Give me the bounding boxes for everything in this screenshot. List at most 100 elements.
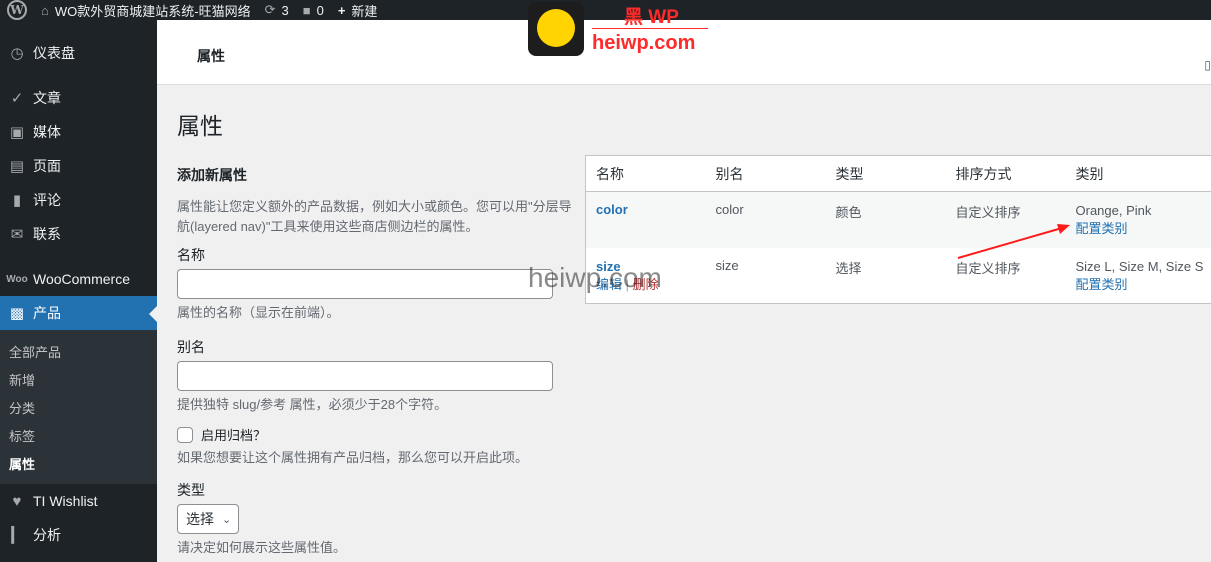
name-description: 属性的名称（显示在前端）。: [177, 305, 340, 320]
slug-description: 提供独特 slug/参考 属性，必须少于28个字符。: [177, 397, 448, 412]
heart-icon: ♥: [12, 492, 22, 510]
menu-dashboard[interactable]: ◷ 仪表盘: [0, 36, 157, 70]
attributes-table: 名称 别名 类型 排序方式 类别 color color 颜色 自定义排序 Or…: [585, 155, 1211, 304]
cell-name: color: [585, 191, 706, 248]
name-label: 名称: [177, 247, 205, 263]
menu-label: WooCommerce: [33, 271, 130, 287]
woo-icon: Woo: [6, 273, 28, 285]
submenu-attributes[interactable]: 属性: [0, 449, 157, 477]
comment-icon: ▮: [12, 192, 22, 209]
updates-menu[interactable]: ⟳ 3: [258, 0, 296, 20]
brand-name: 黑 WP: [624, 7, 679, 28]
site-name-menu[interactable]: ⌂ WO款外贸商城建站系统-旺猫网络: [34, 0, 258, 20]
attribute-name-link[interactable]: color: [596, 202, 628, 217]
configure-terms-link[interactable]: 配置类别: [1076, 276, 1211, 294]
menu-label: 文章: [33, 90, 61, 106]
cat-face-icon: [537, 9, 575, 47]
column-header-type[interactable]: 类型: [825, 155, 946, 192]
type-description: 请决定如何展示这些属性值。: [177, 540, 347, 555]
cell-type: 选择: [835, 260, 862, 276]
menu-label: 产品: [33, 305, 61, 321]
products-submenu: 全部产品 新增 分类 标签 属性: [0, 330, 157, 484]
menu-posts[interactable]: ✓ 文章: [0, 81, 157, 115]
pin-icon: ✓: [10, 90, 24, 107]
cell-order: 自定义排序: [955, 260, 1021, 276]
brand-url: heiwp.com: [592, 32, 696, 54]
column-header-terms[interactable]: 类别: [1065, 155, 1211, 192]
table-header-row: 名称 别名 类型 排序方式 类别: [585, 155, 1211, 192]
add-attribute-form: 添加新属性 属性能让您定义额外的产品数据，例如大小或颜色。您可以用"分层导航(l…: [177, 165, 577, 558]
comments-menu[interactable]: ■ 0: [296, 0, 331, 20]
comment-bubble-icon: ■: [302, 2, 311, 18]
terms-list: Orange, Pink: [1075, 203, 1152, 218]
slug-input[interactable]: [177, 361, 553, 391]
watermark-overlay: heiwp.com: [528, 262, 662, 293]
menu-analytics[interactable]: ▎ 分析: [0, 518, 157, 552]
main-content: 属性 添加新属性 属性能让您定义额外的产品数据，例如大小或颜色。您可以用"分层导…: [157, 85, 1211, 562]
cell-slug: color: [705, 191, 826, 248]
column-header-slug[interactable]: 别名: [705, 155, 826, 192]
menu-products[interactable]: ▩ 产品: [0, 296, 157, 330]
menu-woocommerce[interactable]: Woo WooCommerce: [0, 262, 157, 296]
menu-label: 联系: [33, 226, 61, 242]
brand-logo: 黑 WP heiwp.com: [528, 2, 728, 58]
chevron-down-icon: ⌄: [222, 513, 232, 526]
submenu-categories[interactable]: 分类: [0, 393, 157, 421]
slug-label: 别名: [177, 339, 205, 355]
media-icon: ▣: [9, 124, 25, 141]
cell-terms: Size L, Size M, Size S 配置类别: [1066, 248, 1211, 304]
archive-checkbox[interactable]: [177, 426, 193, 443]
table-row: size 编辑 | 删除 size 选择 自定义排序 Size L, Size …: [586, 248, 1211, 304]
column-header-order[interactable]: 排序方式: [945, 155, 1066, 192]
wordpress-logo-icon: W: [7, 0, 27, 20]
type-label: 类型: [177, 482, 205, 498]
admin-sidebar: ◷ 仪表盘 ✓ 文章 ▣ 媒体 ▤ 页面 ▮ 评论 ✉ 联系 Woo WooCo…: [0, 20, 157, 562]
updates-count: 3: [281, 2, 289, 18]
cell-order: 自定义排序: [945, 191, 1066, 248]
form-intro: 属性能让您定义额外的产品数据，例如大小或颜色。您可以用"分层导航(layered…: [177, 199, 572, 234]
configure-terms-link[interactable]: 配置类别: [1076, 220, 1211, 238]
form-heading: 添加新属性: [177, 167, 247, 183]
wp-logo-menu[interactable]: W: [0, 0, 34, 20]
header-action-icon[interactable]: ▯: [1204, 58, 1211, 72]
home-icon: ⌂: [41, 2, 49, 18]
archive-row: 启用归档？: [177, 425, 577, 444]
new-label: 新建: [351, 3, 378, 19]
breadcrumb: 属性: [197, 48, 225, 64]
menu-ti-wishlist[interactable]: ♥ TI Wishlist: [0, 484, 157, 518]
menu-contact[interactable]: ✉ 联系: [0, 217, 157, 251]
menu-label: 页面: [33, 158, 61, 174]
submenu-add-new[interactable]: 新增: [0, 365, 157, 393]
archive-icon: ▩: [9, 305, 25, 322]
archive-label: 启用归档？: [201, 428, 267, 443]
menu-label: TI Wishlist: [33, 493, 98, 509]
dashboard-icon: ◷: [10, 45, 24, 62]
site-name: WO款外贸商城建站系统-旺猫网络: [54, 3, 251, 19]
archive-description: 如果您想要让这个属性拥有产品归档，那么您可以开启此项。: [177, 450, 529, 465]
name-input[interactable]: [177, 269, 553, 299]
cell-type: 颜色: [825, 191, 946, 248]
column-header-name[interactable]: 名称: [585, 155, 706, 192]
updates-icon: ⟳: [264, 2, 276, 17]
new-content-menu[interactable]: + 新建: [331, 0, 385, 20]
chart-icon: ▎: [11, 527, 23, 544]
menu-label: 媒体: [33, 124, 61, 140]
mail-icon: ✉: [10, 226, 24, 243]
submenu-all-products[interactable]: 全部产品: [0, 337, 157, 365]
terms-list: Size L, Size M, Size S: [1075, 258, 1204, 274]
cell-terms: Orange, Pink 配置类别: [1065, 191, 1211, 248]
page-icon: ▤: [9, 158, 25, 175]
table-row: color color 颜色 自定义排序 Orange, Pink 配置类别: [585, 191, 1211, 248]
menu-media[interactable]: ▣ 媒体: [0, 115, 157, 149]
comments-count: 0: [316, 2, 324, 18]
submenu-tags[interactable]: 标签: [0, 421, 157, 449]
menu-pages[interactable]: ▤ 页面: [0, 149, 157, 183]
menu-label: 评论: [33, 192, 61, 208]
type-select-value: 选择: [186, 511, 214, 527]
menu-comments[interactable]: ▮ 评论: [0, 183, 157, 217]
plus-icon: +: [337, 2, 346, 18]
brand-divider: [592, 28, 708, 29]
type-select[interactable]: 选择 ⌄: [177, 504, 239, 534]
menu-label: 仪表盘: [33, 45, 75, 61]
menu-label: 分析: [33, 527, 61, 543]
